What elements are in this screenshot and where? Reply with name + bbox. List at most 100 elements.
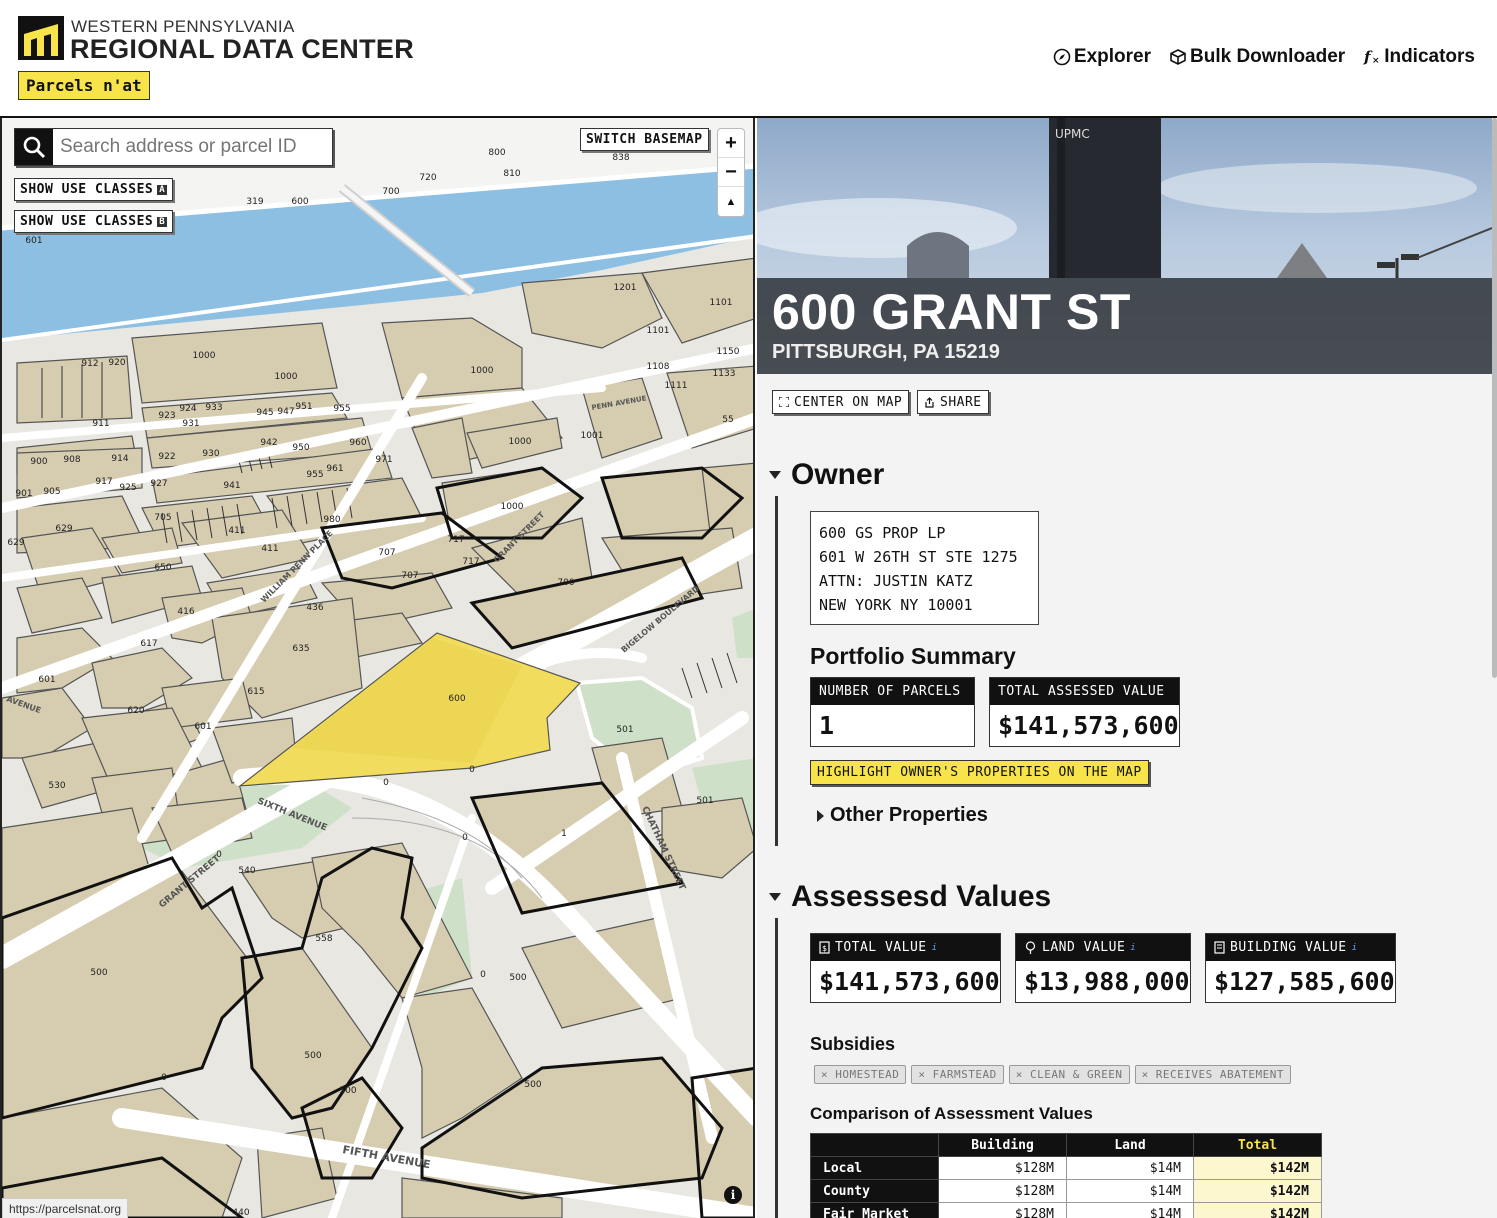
parcel-label: 500 bbox=[339, 1086, 356, 1096]
switch-basemap-button[interactable]: SWITCH BASEMAP bbox=[580, 128, 709, 151]
parcel-label: 905 bbox=[43, 487, 60, 497]
property-photo: UPMC 600 GRANT ST PITTSBURGH, PA 15219 bbox=[757, 118, 1492, 374]
nav-indicators-label: Indicators bbox=[1384, 46, 1475, 67]
parcel-label: 1133 bbox=[713, 369, 736, 379]
total-assessed-label: TOTAL ASSESSED VALUE bbox=[990, 678, 1179, 705]
function-icon: f × bbox=[1363, 48, 1380, 66]
cell-building: $128M bbox=[938, 1202, 1067, 1218]
cell-building: $128M bbox=[938, 1179, 1067, 1203]
owner-address-box: 600 GS PROP LP 601 W 26TH ST STE 1275 AT… bbox=[810, 511, 1039, 625]
tree-icon bbox=[1025, 941, 1036, 954]
parcel-label: 601 bbox=[25, 236, 42, 246]
parcel-label: 1201 bbox=[614, 283, 637, 293]
property-address: 600 GRANT ST bbox=[772, 284, 1131, 340]
parcel-label: 500 bbox=[524, 1080, 541, 1090]
info-tooltip-icon[interactable]: i bbox=[1130, 943, 1136, 953]
parcel-label: 1000 bbox=[275, 372, 298, 382]
subsidy-chip: × FARMSTEAD bbox=[911, 1065, 1004, 1084]
parcel-label: 440 bbox=[232, 1208, 249, 1218]
parcel-label: 961 bbox=[326, 464, 343, 474]
nav-indicators[interactable]: f × Indicators bbox=[1363, 46, 1475, 68]
parcel-label: 1000 bbox=[471, 366, 494, 376]
assessed-section-toggle[interactable]: Assessesd Values bbox=[769, 880, 1051, 914]
show-use-classes-button-2[interactable]: SHOW USE CLASSES B bbox=[14, 210, 174, 233]
parcel-label: 1150 bbox=[717, 347, 740, 357]
parcel-label: 931 bbox=[182, 419, 199, 429]
comparison-heading: Comparison of Assessment Values bbox=[810, 1104, 1093, 1123]
total-value-card: $ TOTAL VALUE i $141,573,600 bbox=[810, 933, 1001, 1003]
other-properties-toggle[interactable]: Other Properties bbox=[817, 804, 988, 827]
share-button[interactable]: SHARE bbox=[917, 390, 989, 414]
parcel-label: 617 bbox=[140, 639, 157, 649]
zoom-in-button[interactable]: + bbox=[718, 129, 744, 158]
parcel-label: 540 bbox=[238, 866, 255, 876]
parcel-label: 0 bbox=[469, 765, 475, 775]
cell-land: $14M bbox=[1066, 1156, 1194, 1180]
parcel-label: 500 bbox=[90, 968, 107, 978]
building-icon bbox=[1214, 941, 1225, 954]
cell-total: $142M bbox=[1193, 1156, 1322, 1180]
app-header: WESTERN PENNSYLVANIA REGIONAL DATA CENTE… bbox=[0, 0, 1497, 118]
collapse-icon bbox=[769, 471, 781, 479]
center-on-map-button[interactable]: CENTER ON MAP bbox=[772, 390, 910, 414]
show-use-classes-button-1[interactable]: SHOW USE CLASSES A bbox=[14, 178, 174, 201]
nav-bulk-downloader-label: Bulk Downloader bbox=[1190, 46, 1346, 67]
parcel-label: 501 bbox=[696, 796, 713, 806]
zoom-out-button[interactable]: − bbox=[718, 158, 744, 187]
parcel-label: 800 bbox=[488, 148, 505, 158]
collapse-icon bbox=[769, 893, 781, 901]
parcel-label: 650 bbox=[154, 563, 171, 573]
parcel-label: 901 bbox=[15, 489, 32, 499]
parcel-label: 411 bbox=[261, 544, 278, 554]
parcel-label: 971 bbox=[375, 455, 392, 465]
table-row: Fair Market $128M $14M $142M bbox=[810, 1202, 1322, 1218]
parcel-label: 629 bbox=[7, 538, 24, 548]
parcel-label: 411 bbox=[228, 526, 245, 536]
parcel-label: 923 bbox=[158, 411, 175, 421]
use-classes-label-2: SHOW USE CLASSES bbox=[20, 214, 154, 229]
panel-scrollbar[interactable] bbox=[1492, 118, 1497, 678]
parcel-map[interactable]: GRANT STREET SIXTH AVENUE FIFTH AVENUE C… bbox=[0, 118, 755, 1218]
highlight-owner-properties-button[interactable]: HIGHLIGHT OWNER'S PROPERTIES ON THE MAP bbox=[810, 760, 1149, 785]
parcel-label: 951 bbox=[295, 402, 312, 412]
parcel-label: 1108 bbox=[647, 362, 670, 372]
parcel-label: 601 bbox=[194, 722, 211, 732]
parcel-label: 501 bbox=[616, 725, 633, 735]
parcel-label: 436 bbox=[306, 603, 323, 613]
compass-button[interactable]: ▲ bbox=[718, 187, 744, 216]
parcels-count-card: NUMBER OF PARCELS 1 bbox=[810, 677, 975, 747]
parcel-label: 635 bbox=[292, 644, 309, 654]
nav-explorer[interactable]: Explorer bbox=[1053, 46, 1151, 68]
parcel-label: 922 bbox=[158, 452, 175, 462]
package-icon bbox=[1170, 49, 1186, 65]
map-basemap[interactable]: GRANT STREET SIXTH AVENUE FIFTH AVENUE C… bbox=[2, 118, 755, 1218]
subsidy-chip: × CLEAN & GREEN bbox=[1008, 1065, 1130, 1084]
total-value-label: TOTAL VALUE bbox=[835, 940, 927, 955]
wprdc-logo[interactable] bbox=[18, 16, 64, 60]
status-url: https://parcelsnat.org bbox=[2, 1198, 129, 1218]
parcel-label: 942 bbox=[260, 438, 277, 448]
parcel-label: 500 bbox=[509, 973, 526, 983]
parcel-label: 955 bbox=[306, 470, 323, 480]
parcel-label: 908 bbox=[63, 455, 80, 465]
subsidies-heading: Subsidies bbox=[810, 1034, 896, 1054]
building-value-amount: $127,585,600 bbox=[1214, 967, 1395, 996]
parcel-label: 917 bbox=[95, 477, 112, 487]
compass-icon bbox=[1053, 48, 1071, 66]
info-icon[interactable]: i bbox=[724, 1186, 742, 1204]
search-button[interactable] bbox=[15, 129, 53, 165]
app-name-badge[interactable]: Parcels n'at bbox=[18, 71, 150, 100]
search-input[interactable] bbox=[53, 136, 323, 158]
info-tooltip-icon[interactable]: i bbox=[1352, 943, 1358, 953]
share-label: SHARE bbox=[940, 394, 982, 410]
parcel-label: 717 bbox=[447, 535, 464, 545]
owner-line: 601 W 26TH ST STE 1275 bbox=[819, 548, 1018, 566]
parcel-label: 1000 bbox=[501, 502, 524, 512]
cell-total: $142M bbox=[1193, 1202, 1322, 1218]
nav-bulk-downloader[interactable]: Bulk Downloader bbox=[1169, 46, 1345, 68]
row-header: Local bbox=[810, 1156, 939, 1180]
owner-section-toggle[interactable]: Owner bbox=[769, 458, 884, 492]
property-city: PITTSBURGH, PA 15219 bbox=[772, 341, 1000, 363]
parcel-label: 700 bbox=[557, 578, 574, 588]
info-tooltip-icon[interactable]: i bbox=[932, 943, 938, 953]
